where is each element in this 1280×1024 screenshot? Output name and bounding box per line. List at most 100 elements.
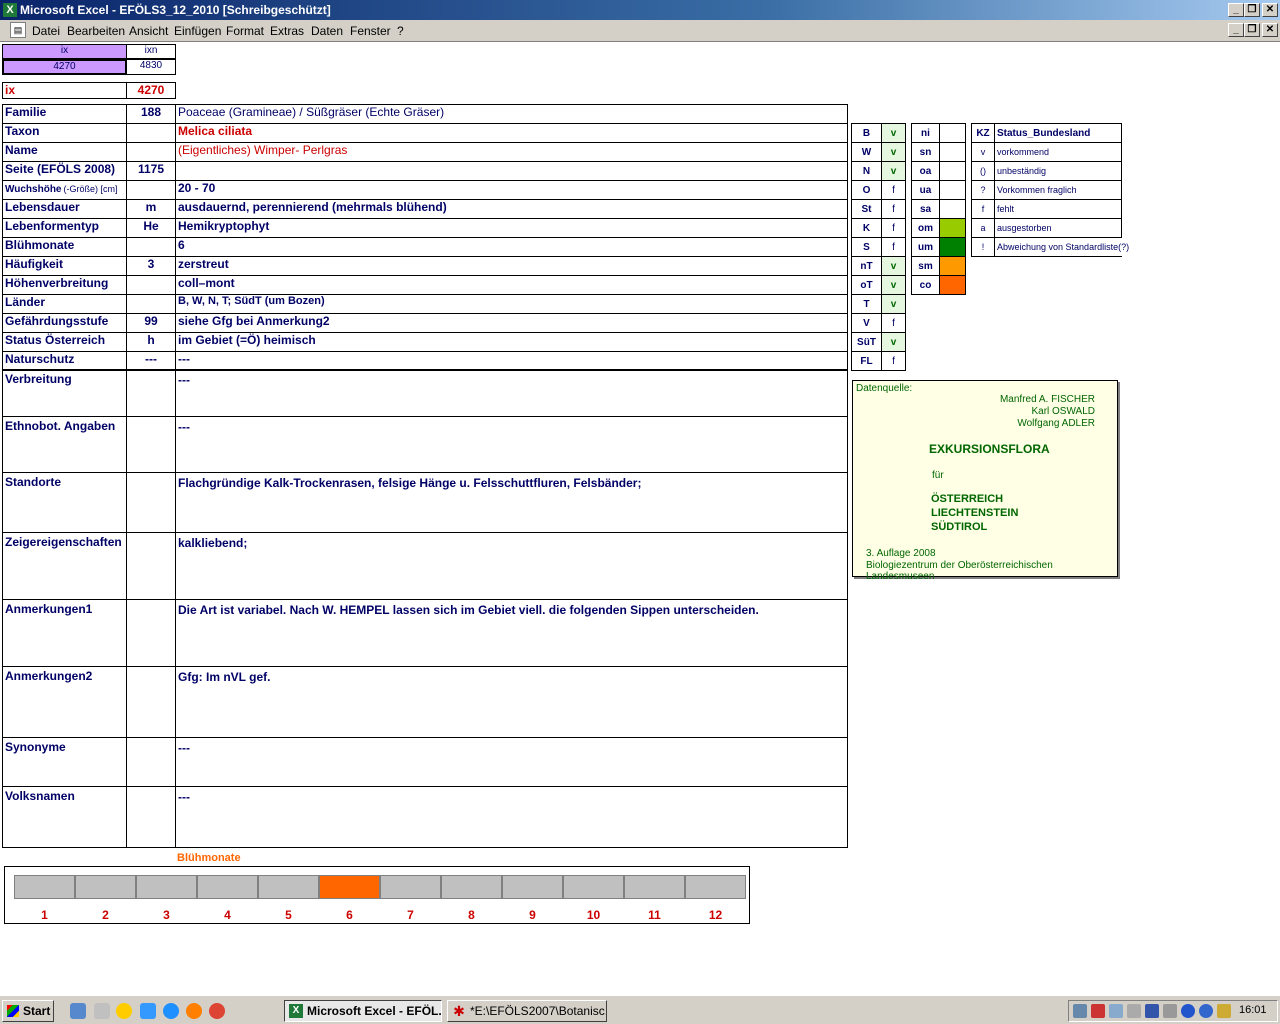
- section-value[interactable]: Flachgründige Kalk-Trockenrasen, felsige…: [175, 472, 848, 533]
- row-label[interactable]: Häufigkeit: [2, 256, 127, 276]
- legend-text[interactable]: Abweichung von Standardliste(?): [994, 237, 1129, 257]
- tray-icon-2[interactable]: [1091, 1004, 1105, 1018]
- land-code[interactable]: T: [851, 294, 882, 314]
- section-label[interactable]: Anmerkungen2: [2, 666, 127, 738]
- tray-icon-4[interactable]: [1127, 1004, 1141, 1018]
- land-status[interactable]: f: [881, 351, 906, 371]
- row-number[interactable]: [126, 123, 176, 143]
- legend-status-header[interactable]: Status_Bundesland: [994, 123, 1122, 143]
- doc-close-button[interactable]: ✕: [1262, 23, 1278, 37]
- menu-format[interactable]: Format: [226, 24, 264, 38]
- section-label[interactable]: Volksnamen: [2, 786, 127, 848]
- land-status[interactable]: v: [881, 256, 906, 276]
- row-number[interactable]: [126, 180, 176, 200]
- row-value[interactable]: [175, 161, 848, 181]
- row-number[interactable]: He: [126, 218, 176, 238]
- hoehenstufe-color[interactable]: [939, 142, 966, 162]
- legend-kz[interactable]: f: [971, 199, 995, 219]
- row-label[interactable]: Höhenverbreitung: [2, 275, 127, 295]
- menu-bearbeiten[interactable]: Bearbeiten: [67, 24, 125, 38]
- land-code[interactable]: V: [851, 313, 882, 333]
- section-empty-cell[interactable]: [126, 599, 176, 667]
- section-label[interactable]: Verbreitung: [2, 369, 127, 417]
- legend-text[interactable]: fehlt: [994, 199, 1122, 219]
- ixn-value-cell[interactable]: 4830: [126, 59, 176, 75]
- ix-value-cell[interactable]: 4270: [2, 59, 127, 75]
- land-status[interactable]: f: [881, 180, 906, 200]
- minimize-button[interactable]: _: [1228, 3, 1244, 17]
- document-icon[interactable]: ▤: [10, 22, 26, 38]
- tray-shield-icon[interactable]: [1145, 1004, 1159, 1018]
- land-status[interactable]: v: [881, 161, 906, 181]
- land-code[interactable]: S: [851, 237, 882, 257]
- land-status[interactable]: v: [881, 123, 906, 143]
- legend-text[interactable]: unbeständig: [994, 161, 1122, 181]
- legend-kz[interactable]: !: [971, 237, 995, 257]
- media-player-icon[interactable]: [116, 1003, 132, 1019]
- legend-kz[interactable]: v: [971, 142, 995, 162]
- hoehenstufe-color[interactable]: [939, 237, 966, 257]
- row-label[interactable]: Seite (EFÖLS 2008): [2, 161, 127, 181]
- land-status[interactable]: v: [881, 332, 906, 352]
- legend-kz[interactable]: ?: [971, 180, 995, 200]
- row-value[interactable]: B, W, N, T; SüdT (um Bozen): [175, 294, 848, 314]
- close-button[interactable]: ✕: [1262, 3, 1278, 17]
- section-empty-cell[interactable]: [126, 416, 176, 473]
- hoehenstufe-color[interactable]: [939, 180, 966, 200]
- task-excel[interactable]: X Microsoft Excel - EFÖL...: [284, 1000, 442, 1022]
- hoehenstufe-code[interactable]: ni: [911, 123, 940, 143]
- doc-restore-button[interactable]: ❐: [1244, 23, 1260, 37]
- firefox-icon[interactable]: [186, 1003, 202, 1019]
- row-label[interactable]: Lebensdauer: [2, 199, 127, 219]
- row-value[interactable]: (Eigentliches) Wimper- Perlgras: [175, 142, 848, 162]
- row-value[interactable]: 6: [175, 237, 848, 257]
- section-label[interactable]: Ethnobot. Angaben: [2, 416, 127, 473]
- row-label[interactable]: Status Österreich: [2, 332, 127, 352]
- explorer-icon[interactable]: [70, 1003, 86, 1019]
- land-code[interactable]: N: [851, 161, 882, 181]
- section-empty-cell[interactable]: [126, 472, 176, 533]
- land-code[interactable]: FL: [851, 351, 882, 371]
- land-code[interactable]: O: [851, 180, 882, 200]
- network-icon[interactable]: [140, 1003, 156, 1019]
- desktop-icon[interactable]: [94, 1003, 110, 1019]
- legend-text[interactable]: ausgestorben: [994, 218, 1122, 238]
- hoehenstufe-color[interactable]: [939, 256, 966, 276]
- row-label[interactable]: Länder: [2, 294, 127, 314]
- legend-text[interactable]: vorkommend: [994, 142, 1122, 162]
- legend-kz[interactable]: (): [971, 161, 995, 181]
- hoehenstufe-color[interactable]: [939, 161, 966, 181]
- hoehenstufe-code[interactable]: um: [911, 237, 940, 257]
- start-button[interactable]: Start: [2, 1000, 54, 1022]
- menu-fenster[interactable]: Fenster: [350, 24, 391, 38]
- task-editor[interactable]: ✱ *E:\EFÖLS2007\Botanisc...: [447, 1000, 607, 1022]
- row-value[interactable]: im Gebiet (=Ö) heimisch: [175, 332, 848, 352]
- section-value[interactable]: kalkliebend;: [175, 532, 848, 600]
- row-label[interactable]: Wuchshöhe (-Größe) [cm]: [2, 180, 127, 200]
- section-value[interactable]: ---: [175, 416, 848, 473]
- row-value[interactable]: Melica ciliata: [175, 123, 848, 143]
- row-label[interactable]: Familie: [2, 104, 127, 124]
- row-number[interactable]: 3: [126, 256, 176, 276]
- menu-datei[interactable]: Datei: [32, 24, 60, 38]
- hoehenstufe-code[interactable]: om: [911, 218, 940, 238]
- section-value[interactable]: Die Art ist variabel. Nach W. HEMPEL las…: [175, 599, 848, 667]
- menu-help[interactable]: ?: [397, 24, 404, 38]
- row-value[interactable]: Hemikryptophyt: [175, 218, 848, 238]
- chrome-icon[interactable]: [209, 1003, 225, 1019]
- tray-icon-9[interactable]: [1217, 1004, 1231, 1018]
- hoehenstufe-color[interactable]: [939, 199, 966, 219]
- tray-icon-8[interactable]: [1199, 1004, 1213, 1018]
- row-number[interactable]: [126, 275, 176, 295]
- row-number[interactable]: 1175: [126, 161, 176, 181]
- hoehenstufe-code[interactable]: ua: [911, 180, 940, 200]
- tray-info-icon[interactable]: [1181, 1004, 1195, 1018]
- section-empty-cell[interactable]: [126, 532, 176, 600]
- tray-icon-6[interactable]: [1163, 1004, 1177, 1018]
- land-code[interactable]: St: [851, 199, 882, 219]
- land-code[interactable]: K: [851, 218, 882, 238]
- land-code[interactable]: SüT: [851, 332, 882, 352]
- row-value[interactable]: siehe Gfg bei Anmerkung2: [175, 313, 848, 333]
- section-label[interactable]: Standorte: [2, 472, 127, 533]
- row-label[interactable]: Blühmonate: [2, 237, 127, 257]
